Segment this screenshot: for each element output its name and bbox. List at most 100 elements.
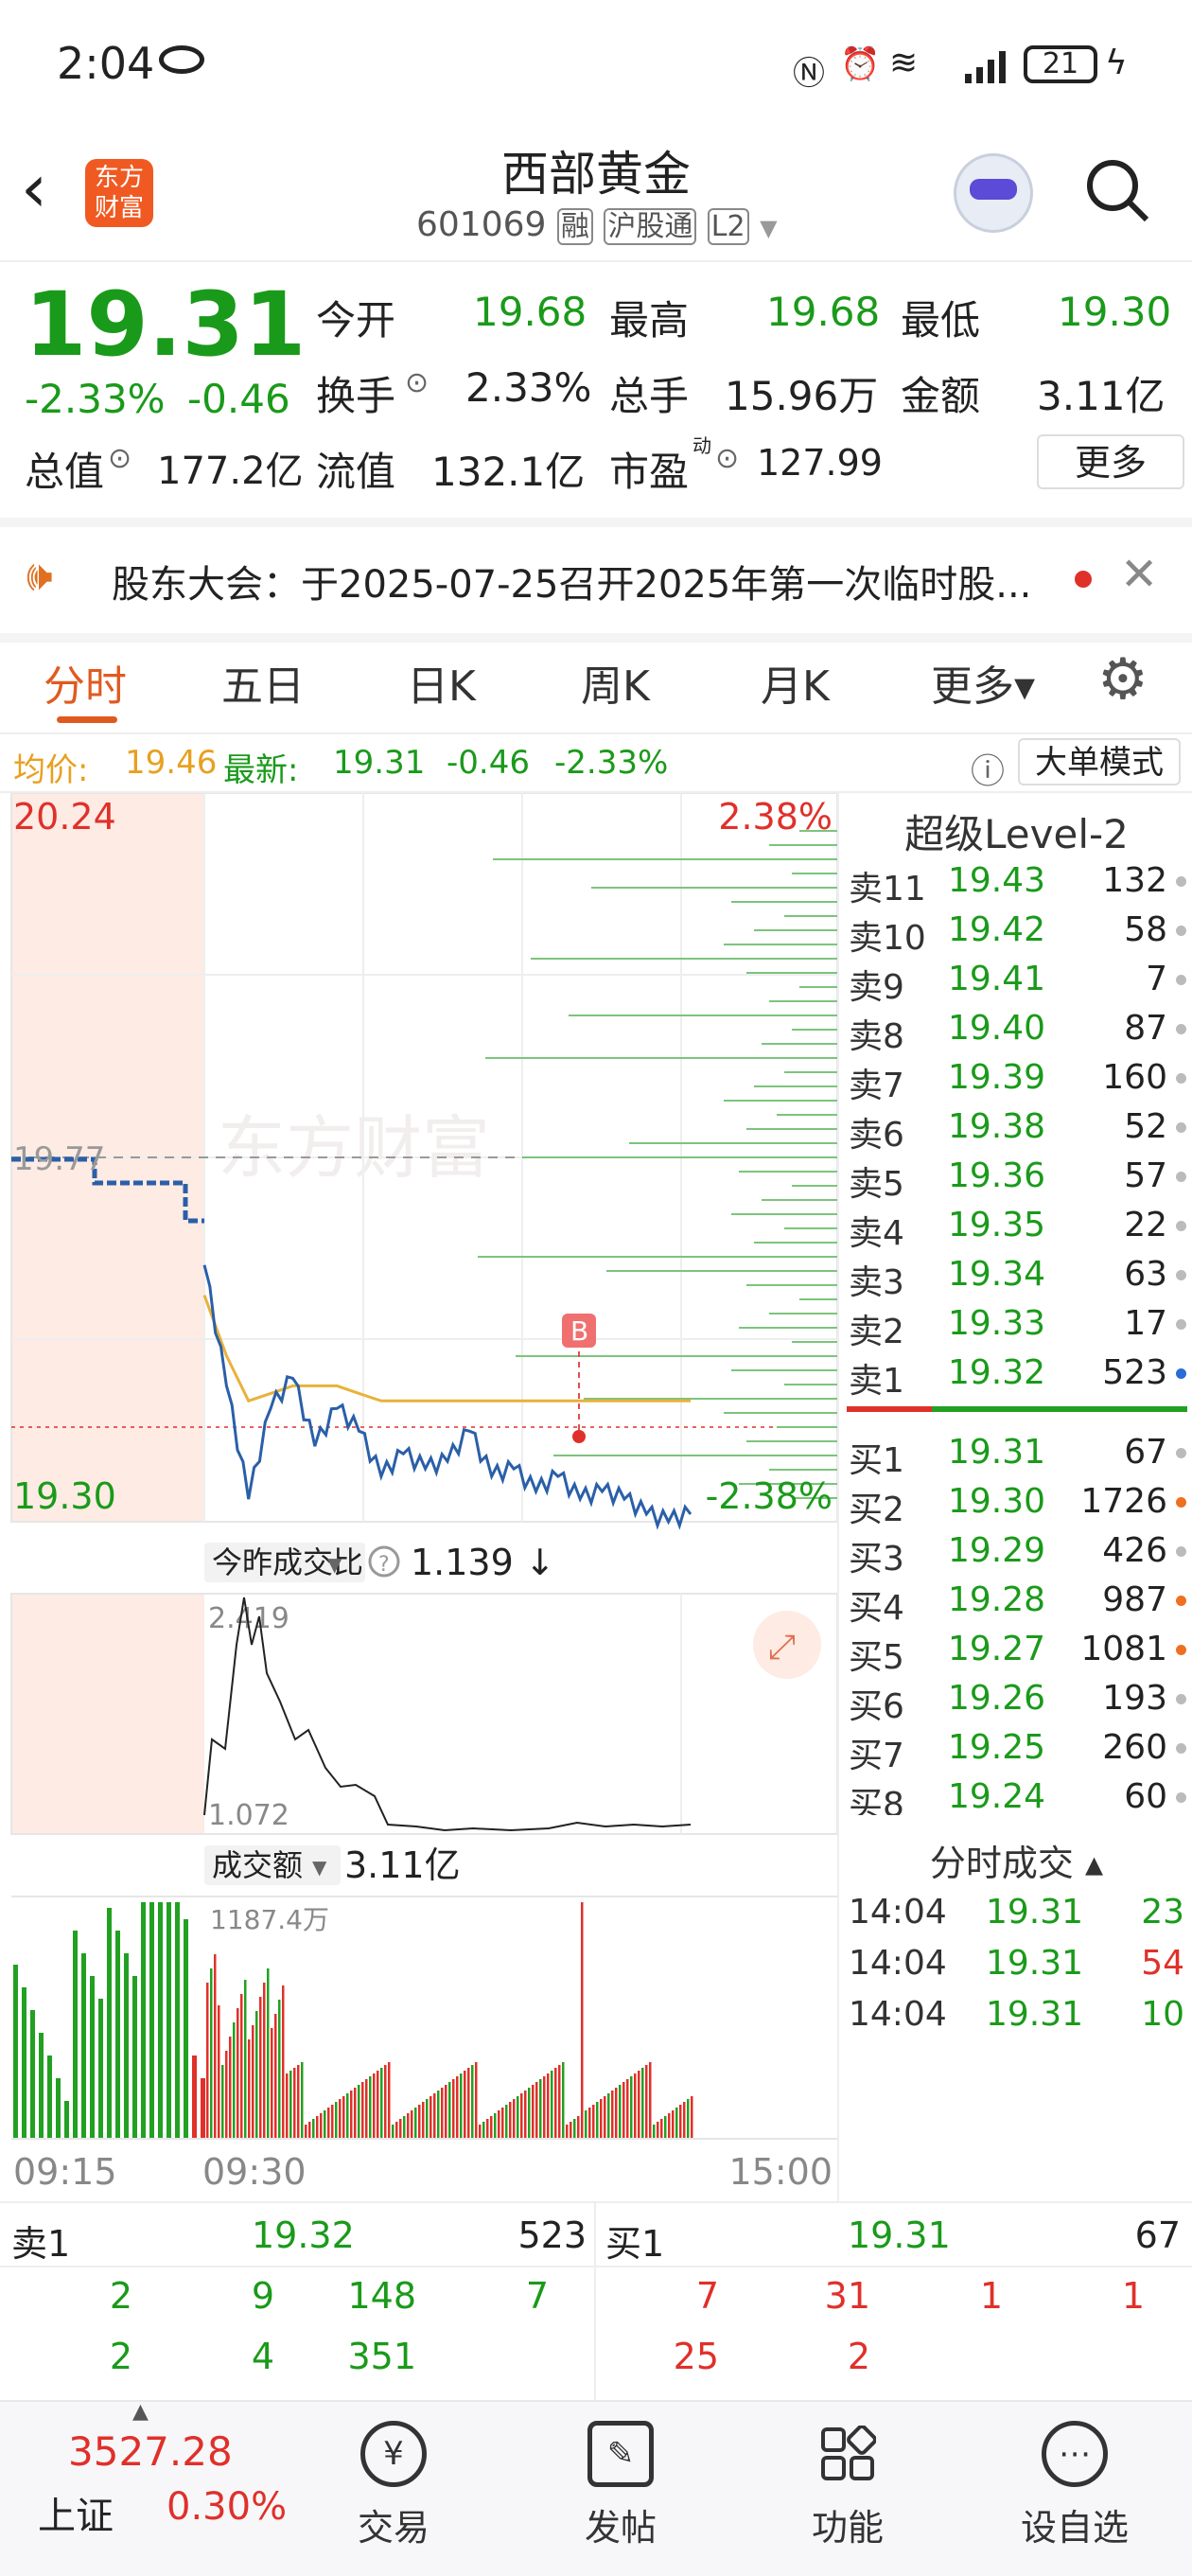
volume-bar [365, 2079, 368, 2139]
order-book-row[interactable]: 卖7 19.39 160 [839, 1054, 1192, 1105]
intraday-chart-area[interactable]: 东方财富 B 20.24 19.77 19.30 2.38% -2.38% 今昨… [0, 793, 837, 2201]
volume-bar [482, 2122, 485, 2139]
order-book-row[interactable]: 卖1 19.32 523 [839, 1350, 1192, 1401]
nav-functions[interactable]: 功能 [772, 2421, 923, 2550]
level-dot [1176, 1368, 1186, 1379]
volume-bar [475, 2062, 478, 2139]
volume-bar [467, 2068, 470, 2139]
nav-post[interactable]: ✎ 发帖 [545, 2421, 696, 2550]
nav-watchlist[interactable]: ⋯ 设自选 [999, 2421, 1150, 2550]
big-order-mode-button[interactable]: 大单模式 [1018, 738, 1181, 785]
volume-bar [192, 2056, 197, 2139]
volume-bar [437, 2091, 440, 2139]
level-price: 19.31 [948, 1433, 1046, 1472]
dropdown-icon[interactable]: ▼ [760, 215, 777, 241]
volume-bar [342, 2096, 345, 2139]
nav-watchlist-label: 设自选 [1020, 2507, 1129, 2549]
level-label: 买7 [849, 1737, 904, 1775]
volume-bar [380, 2068, 383, 2139]
level-label: 买5 [849, 1638, 904, 1677]
order-book-row[interactable]: 买6 19.26 193 [839, 1675, 1192, 1726]
index-name[interactable]: 上证 [38, 2485, 114, 2540]
tick-volume: 23 [1141, 1893, 1184, 1932]
level-label: 卖11 [849, 870, 926, 909]
level-price: 19.34 [948, 1255, 1046, 1294]
volume-bar [324, 2110, 326, 2139]
order-book-row[interactable]: 买8 19.24 60 [839, 1773, 1192, 1815]
info-icon[interactable]: ⊙ [405, 366, 429, 399]
index-value[interactable]: 3527.28 [68, 2428, 233, 2475]
order-book-row[interactable]: 卖10 19.42 58 [839, 907, 1192, 958]
queue-cell: 2 [109, 2275, 132, 2317]
robot-assistant-icon[interactable] [954, 153, 1033, 233]
change-value: -0.46 [187, 376, 290, 422]
order-book-row[interactable]: 卖6 19.38 52 [839, 1103, 1192, 1155]
queue-cell: 351 [347, 2336, 416, 2377]
nav-trade[interactable]: ¥ 交易 [318, 2421, 469, 2550]
trade-point [572, 1430, 586, 1443]
high-label: 最高 [609, 297, 690, 344]
nav-trade-label: 交易 [357, 2507, 429, 2549]
tab-intraday[interactable]: 分时 [44, 652, 127, 713]
gear-icon[interactable]: ⚙ [1097, 646, 1148, 713]
order-book-row[interactable]: 卖9 19.41 7 [839, 956, 1192, 1007]
order-depth-bars [478, 830, 837, 1499]
queue-cell: 7 [695, 2275, 719, 2317]
tab-monthly-k[interactable]: 月K [761, 652, 830, 713]
tab-more[interactable]: 更多▾ [931, 652, 1035, 713]
volume-bar [570, 2122, 572, 2139]
help-icon[interactable]: ⓘ [971, 744, 1005, 793]
order-book-row[interactable]: 卖8 19.40 87 [839, 1005, 1192, 1056]
more-button[interactable]: 更多 [1037, 434, 1184, 489]
bid-list: 买1 19.31 67 买2 19.30 1726 买3 19.29 426 买4 19.28 987… [839, 1429, 1192, 1815]
order-book-row[interactable]: 卖11 19.43 132 [839, 857, 1192, 909]
volume-bar [308, 2122, 311, 2139]
level-volume: 58 [1124, 910, 1167, 949]
volume-bar [645, 2065, 648, 2139]
tab-daily-k[interactable]: 日K [407, 652, 476, 713]
order-book-row[interactable]: 卖3 19.34 63 [839, 1251, 1192, 1302]
order-book-row[interactable]: 买1 19.31 67 [839, 1429, 1192, 1480]
order-book-row[interactable]: 买5 19.27 1081 [839, 1626, 1192, 1677]
intraday-chart: 东方财富 B 20.24 19.77 19.30 2.38% -2.38% 今昨… [10, 793, 837, 2193]
more-dots-icon: ⋯ [1042, 2421, 1108, 2487]
pe-value: 127.99 [757, 442, 883, 484]
ticks-title[interactable]: 分时成交 ▴ [839, 1834, 1192, 1886]
volume-bar [229, 2037, 232, 2139]
volume-bar [657, 2122, 659, 2139]
close-icon[interactable]: ✕ [1120, 548, 1158, 601]
order-book-row[interactable]: 卖2 19.33 17 [839, 1300, 1192, 1351]
order-book-row[interactable]: 买4 19.28 987 [839, 1577, 1192, 1628]
order-book-row[interactable]: 买7 19.25 260 [839, 1724, 1192, 1775]
notice-bar[interactable]: 🕪 股东大会：于2025-07-25召开2025年第一次临时股... ✕ [0, 518, 1192, 643]
level-label: 卖7 [849, 1067, 904, 1105]
order-book-row[interactable]: 买3 19.29 426 [839, 1527, 1192, 1579]
tick-time: 14:04 [849, 1944, 947, 1983]
volume-bar [305, 2125, 307, 2139]
volume-bar [13, 1965, 18, 2139]
info-icon[interactable]: ⊙ [108, 442, 131, 475]
search-icon[interactable] [1084, 157, 1149, 222]
avg-price-line [202, 1295, 691, 1403]
order-book-row[interactable]: 卖5 19.36 57 [839, 1153, 1192, 1204]
yuan-icon: ¥ [360, 2421, 427, 2487]
volume-bar [399, 2119, 402, 2139]
order-book-row[interactable]: 买2 19.30 1726 [839, 1478, 1192, 1529]
speaker-icon: 🕪 [26, 552, 53, 600]
volume-bar [158, 1902, 163, 2139]
level-volume: 7 [1146, 960, 1167, 998]
volume-bar [588, 2108, 591, 2139]
volume-bar [225, 2051, 228, 2139]
volume-bar [141, 1902, 146, 2139]
alarm-icon: ⏰ [840, 45, 881, 83]
volume-bar [278, 2000, 281, 2139]
tab-weekly-k[interactable]: 周K [581, 652, 650, 713]
order-book-row[interactable]: 卖4 19.35 22 [839, 1202, 1192, 1253]
index-pct[interactable]: 0.30% [167, 2485, 287, 2529]
volume-bar [30, 2010, 35, 2139]
info-icon[interactable]: ⊙ [715, 442, 739, 475]
tab-five-day[interactable]: 五日 [221, 652, 305, 713]
volume-bar [562, 2062, 565, 2139]
volume-bar [600, 2099, 603, 2139]
level-price: 19.33 [948, 1304, 1046, 1343]
